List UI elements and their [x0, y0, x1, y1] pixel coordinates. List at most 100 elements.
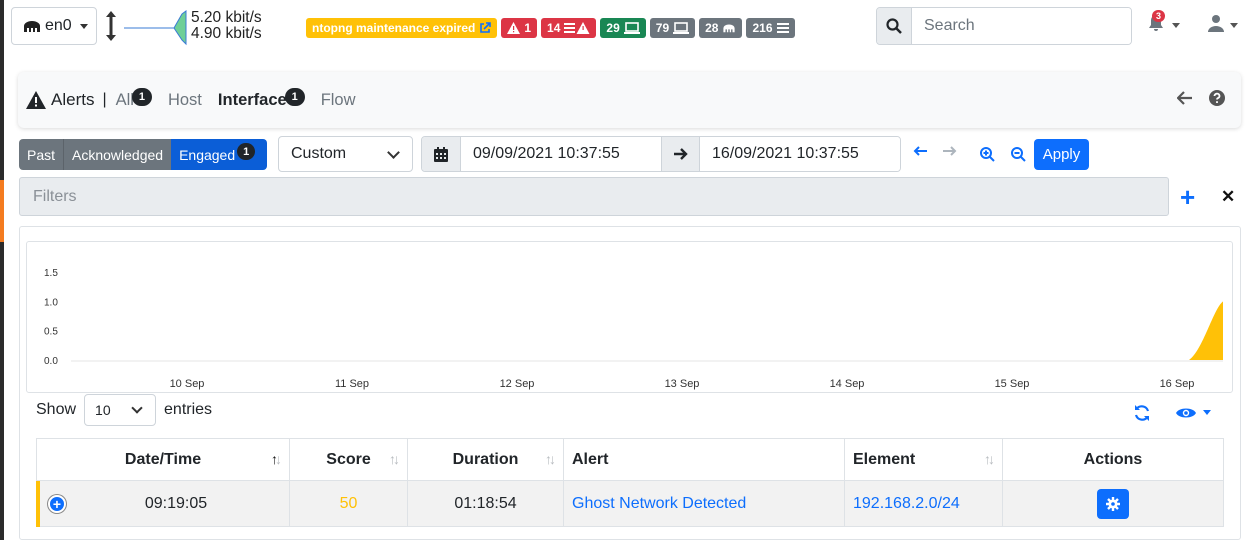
throughput-readout: 5.20 kbit/s 4.90 kbit/s — [191, 10, 262, 42]
badge-label: 28 — [705, 21, 719, 35]
search-button[interactable] — [877, 8, 912, 44]
status-badges: ntopng maintenance expired 1 14 29 79 28… — [306, 18, 795, 38]
tab-flow[interactable]: Flow — [321, 91, 356, 110]
show-label: Show — [36, 401, 77, 418]
y-tick-label: 1.0 — [44, 297, 58, 308]
element-link[interactable]: 192.168.2.0/24 — [853, 495, 960, 512]
hosts-badge[interactable]: 79 — [649, 18, 696, 38]
x-tick-label: 11 Sep — [335, 378, 369, 390]
badge-label: 216 — [752, 21, 773, 35]
apply-button[interactable]: Apply — [1034, 139, 1089, 170]
table-header-row: Date/Time ↑↓ Score ↑↓ Duration ↑↓ Alert Ele… — [36, 438, 1224, 481]
zoom-out-icon[interactable] — [1011, 147, 1026, 162]
tab-label: Interface — [217, 90, 287, 109]
add-filter-icon[interactable]: + — [1180, 184, 1195, 210]
acknowledged-button[interactable]: Acknowledged — [63, 139, 172, 170]
throughput-upload: 5.20 kbit/s — [191, 9, 262, 26]
tab-all[interactable]: All 1 — [116, 88, 152, 110]
alert-status-group: Past Acknowledged Engaged 1 — [19, 139, 268, 170]
chevron-down-icon — [131, 402, 143, 414]
table-row: 09:19:05 50 01:18:54 Ghost Network Detec… — [36, 480, 1224, 527]
range-preset-value: Custom — [291, 145, 347, 162]
past-button[interactable]: Past — [19, 139, 64, 170]
column-label: Score — [326, 450, 371, 468]
alerts-table: Date/Time ↑↓ Score ↑↓ Duration ↑↓ Alert Ele… — [36, 438, 1224, 527]
interface-selector[interactable]: en0 — [11, 7, 97, 45]
badge-label: 14 — [547, 21, 561, 35]
col-score[interactable]: Score ↑↓ — [289, 438, 408, 481]
clear-filters-icon[interactable]: ✕ — [1221, 187, 1235, 207]
zoom-in-icon[interactable] — [980, 147, 995, 162]
user-menu-button[interactable] — [1208, 14, 1238, 37]
chevron-down-icon — [79, 23, 88, 29]
column-label: Alert — [572, 450, 609, 468]
x-tick-label: 10 Sep — [170, 378, 205, 390]
left-edge-accent — [0, 180, 4, 242]
page-size-select[interactable]: 10 — [84, 394, 157, 426]
badge-label: ntopng maintenance expired — [312, 21, 476, 35]
engaged-button[interactable]: Engaged 1 — [171, 139, 268, 170]
expand-row-icon[interactable]: + — [48, 495, 66, 513]
alert-type-tabs: All 1 Host Interface 1 Flow — [116, 88, 372, 110]
column-label: Duration — [452, 450, 519, 468]
tab-label: Host — [167, 90, 202, 109]
alert-link[interactable]: Ghost Network Detected — [572, 495, 746, 512]
search-icon — [886, 18, 902, 34]
search-input[interactable] — [912, 8, 1131, 44]
title-separator: | — [102, 91, 107, 108]
cell-duration: 01:18:54 — [407, 480, 564, 527]
col-duration[interactable]: Duration ↑↓ — [407, 438, 564, 481]
flows-badge[interactable]: 216 — [746, 18, 795, 38]
devices-badge[interactable]: 28 — [699, 18, 743, 38]
button-label: Acknowledged — [72, 146, 164, 163]
user-icon — [1208, 15, 1224, 32]
cell-actions — [1002, 480, 1224, 527]
arrow-left-icon[interactable] — [913, 145, 927, 157]
date-to-input[interactable]: 16/09/2021 10:37:55 — [700, 137, 900, 171]
alert-count-badge[interactable]: 1 — [501, 18, 538, 38]
eye-icon — [1176, 408, 1196, 418]
button-label: Engaged — [179, 146, 236, 163]
col-element[interactable]: Element ↑↓ — [844, 438, 1003, 481]
entries-label: entries — [164, 401, 213, 418]
flow-alerts-badge[interactable]: 14 — [541, 18, 597, 38]
throughput-download: 4.90 kbit/s — [191, 25, 262, 42]
y-tick-label: 1.5 — [44, 268, 58, 279]
cell-score: 50 — [289, 480, 408, 527]
page-title: Alerts — [51, 90, 95, 109]
badge-label: 1 — [524, 21, 532, 35]
back-arrow-icon[interactable] — [1177, 91, 1193, 105]
notifications-button[interactable]: 3 — [1148, 10, 1180, 37]
warning-icon — [26, 91, 46, 109]
page-size-value: 10 — [95, 402, 111, 418]
traffic-sparkline — [124, 10, 187, 46]
local-hosts-badge[interactable]: 29 — [600, 18, 646, 38]
sort-icon: ↑↓ — [984, 451, 995, 467]
arrow-right-icon[interactable] — [943, 145, 957, 157]
tab-count: 1 — [284, 88, 305, 106]
list-warning-icon — [564, 22, 590, 34]
col-datetime[interactable]: Date/Time ↑↓ — [36, 438, 290, 481]
help-icon[interactable] — [1209, 90, 1225, 106]
tab-host[interactable]: Host — [168, 91, 202, 110]
badge-label: 79 — [655, 21, 670, 35]
date-range-picker: 09/09/2021 10:37:55 16/09/2021 10:37:55 — [421, 136, 901, 172]
tab-count: 1 — [131, 88, 152, 106]
refresh-icon[interactable] — [1133, 404, 1151, 422]
date-from-input[interactable]: 09/09/2021 10:37:55 — [461, 137, 661, 171]
x-tick-label: 16 Sep — [1160, 378, 1195, 390]
severity-bar — [36, 481, 40, 527]
filters-bar[interactable]: Filters — [19, 177, 1169, 216]
up-down-arrows-icon — [104, 8, 118, 53]
column-visibility-button[interactable] — [1176, 406, 1211, 425]
tab-interface[interactable]: Interface 1 — [217, 88, 305, 110]
network-icon — [723, 24, 736, 33]
calendar-icon — [434, 146, 448, 162]
calendar-button[interactable] — [422, 137, 461, 171]
x-tick-label: 12 Sep — [500, 378, 535, 390]
alerts-header: Alerts | All 1 Host Interface 1 Flow — [18, 72, 1241, 128]
actions-button[interactable] — [1097, 488, 1129, 519]
maintenance-badge[interactable]: ntopng maintenance expired — [306, 18, 498, 38]
x-tick-label: 14 Sep — [830, 378, 865, 390]
range-preset-select[interactable]: Custom — [278, 136, 413, 172]
